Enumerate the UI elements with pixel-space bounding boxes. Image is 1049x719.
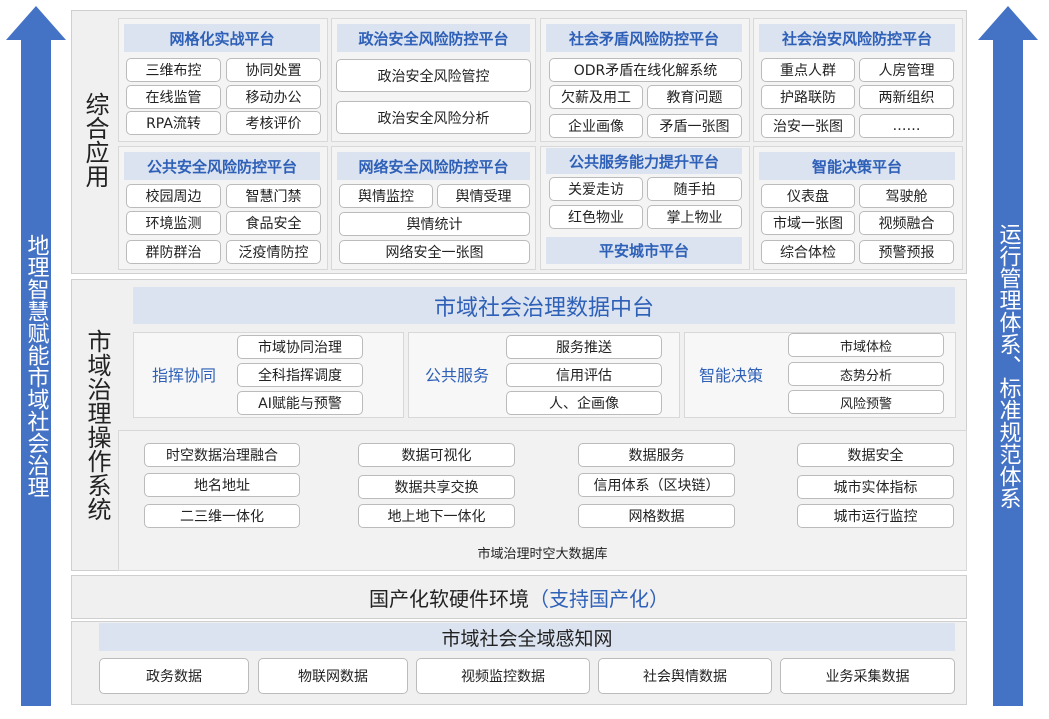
platform-item[interactable]: 欠薪及用工: [549, 85, 643, 109]
platform-item[interactable]: 人房管理: [859, 58, 954, 82]
data-capability-item[interactable]: 信用体系（区块链）: [578, 473, 735, 497]
right-side-arrow: 运行管理体系、标准规范体系: [976, 6, 1040, 706]
ops-group-item[interactable]: 信用评估: [506, 363, 662, 387]
platform-item[interactable]: ……: [859, 114, 954, 138]
platform-item[interactable]: 随手拍: [647, 177, 742, 201]
platform-item[interactable]: 预警预报: [859, 240, 954, 264]
ops-group-item[interactable]: 市域协同治理: [237, 335, 363, 359]
right-arrow-label: 运行管理体系、标准规范体系: [995, 223, 1021, 509]
perception-title[interactable]: 市域社会全域感知网: [99, 623, 955, 651]
platform-item[interactable]: 矛盾一张图: [647, 114, 742, 138]
ops-group-item[interactable]: 风险预警: [788, 390, 944, 414]
platform-item[interactable]: 治安一张图: [761, 114, 855, 138]
data-capability-item[interactable]: 数据共享交换: [358, 475, 515, 499]
data-capability-item[interactable]: 地上地下一体化: [358, 504, 515, 528]
data-capability-item[interactable]: 数据安全: [797, 443, 954, 467]
platform-title: 公共安全风险防控平台: [124, 152, 320, 180]
database-label: 市域治理时空大数据库: [477, 546, 608, 562]
data-capability-item[interactable]: 网格数据: [578, 504, 735, 528]
platform-item[interactable]: 舆情监控: [339, 184, 433, 208]
platform-item[interactable]: 舆情统计: [339, 212, 530, 236]
data-capability-item[interactable]: 时空数据治理融合: [144, 443, 300, 467]
ops-group-item[interactable]: 态势分析: [788, 362, 944, 386]
perception-item[interactable]: 业务采集数据: [780, 658, 955, 694]
platform-title: 网络安全风险防控平台: [337, 152, 530, 180]
platform-title: 公共服务能力提升平台: [546, 148, 742, 174]
platform-item[interactable]: ODR矛盾在线化解系统: [549, 58, 742, 82]
platform-item[interactable]: 重点人群: [761, 58, 855, 82]
platform-item[interactable]: 红色物业: [549, 205, 643, 229]
platform-item[interactable]: 掌上物业: [647, 205, 742, 229]
platform-item[interactable]: 校园周边: [126, 184, 221, 208]
platform-title: 网格化实战平台: [124, 24, 320, 52]
left-arrow-label: 地理智慧赋能市域社会治理: [23, 234, 49, 498]
perception-item[interactable]: 视频监控数据: [416, 658, 590, 694]
perception-item[interactable]: 社会舆情数据: [598, 658, 772, 694]
platform-item[interactable]: 网络安全一张图: [339, 240, 530, 264]
platform-item[interactable]: 护路联防: [761, 85, 855, 109]
platform-item[interactable]: 考核评价: [226, 111, 321, 135]
application-layer-label: 综合应用: [81, 92, 109, 188]
data-capability-item[interactable]: 数据可视化: [358, 443, 515, 467]
platform-item[interactable]: 关爱走访: [549, 177, 643, 201]
platform-item[interactable]: 在线监管: [126, 85, 221, 109]
ops-group-item[interactable]: 市域体检: [788, 333, 944, 357]
platform-item[interactable]: 协同处置: [226, 58, 321, 82]
platform-item[interactable]: 政治安全风险分析: [336, 101, 531, 134]
ops-group-label: 公共服务: [424, 366, 489, 385]
platform-title: 政治安全风险防控平台: [337, 24, 530, 52]
ops-group-item[interactable]: 人、企画像: [506, 391, 662, 415]
data-capability-item[interactable]: 城市运行监控: [797, 504, 954, 528]
ops-group-item[interactable]: 服务推送: [506, 335, 662, 359]
platform-title: 智能决策平台: [759, 152, 955, 180]
ops-group-label: 指挥协同: [151, 366, 216, 385]
platform-item[interactable]: RPA流转: [126, 111, 221, 135]
platform-item[interactable]: 群防群治: [126, 240, 221, 264]
platform-item[interactable]: 教育问题: [647, 85, 742, 109]
perception-item[interactable]: 政务数据: [99, 658, 249, 694]
perception-item[interactable]: 物联网数据: [258, 658, 408, 694]
environment-layer: 国产化软硬件环境 （支持国产化）: [71, 575, 967, 619]
platform-title: 社会治安风险防控平台: [759, 24, 955, 52]
platform-item[interactable]: 政治安全风险管控: [336, 59, 531, 92]
ops-group-item[interactable]: AI赋能与预警: [237, 391, 363, 415]
platform-item[interactable]: 两新组织: [859, 85, 954, 109]
platform-item[interactable]: 环境监测: [126, 211, 221, 235]
platform-item[interactable]: 三维布控: [126, 58, 221, 82]
platform-item[interactable]: 综合体检: [761, 240, 855, 264]
platform-item[interactable]: 企业画像: [549, 114, 643, 138]
environment-highlight: （支持国产化）: [529, 586, 669, 611]
environment-label: 国产化软硬件环境: [369, 586, 529, 611]
platform-title: 社会矛盾风险防控平台: [546, 24, 742, 52]
platform-footer-title[interactable]: 平安城市平台: [546, 237, 742, 264]
data-capability-item[interactable]: 城市实体指标: [797, 475, 954, 499]
data-capability-item[interactable]: 地名地址: [144, 473, 300, 497]
platform-item[interactable]: 市域一张图: [761, 211, 855, 235]
platform-item[interactable]: 泛疫情防控: [226, 240, 321, 264]
data-hub-title[interactable]: 市域社会治理数据中台: [133, 287, 955, 324]
platform-item[interactable]: 舆情受理: [437, 184, 530, 208]
operating-system-label: 市域治理操作系统: [83, 329, 111, 521]
platform-item[interactable]: 食品安全: [226, 211, 321, 235]
ops-group-item[interactable]: 全科指挥调度: [237, 363, 363, 387]
platform-item[interactable]: 驾驶舱: [859, 184, 954, 208]
platform-item[interactable]: 视频融合: [859, 211, 954, 235]
platform-item[interactable]: 仪表盘: [761, 184, 855, 208]
ops-group-label: 智能决策: [698, 366, 763, 385]
data-capability-item[interactable]: 二三维一体化: [144, 504, 300, 528]
left-side-arrow: 地理智慧赋能市域社会治理: [4, 6, 68, 706]
platform-item[interactable]: 移动办公: [226, 85, 321, 109]
data-capability-item[interactable]: 数据服务: [578, 443, 735, 467]
platform-item[interactable]: 智慧门禁: [226, 184, 321, 208]
